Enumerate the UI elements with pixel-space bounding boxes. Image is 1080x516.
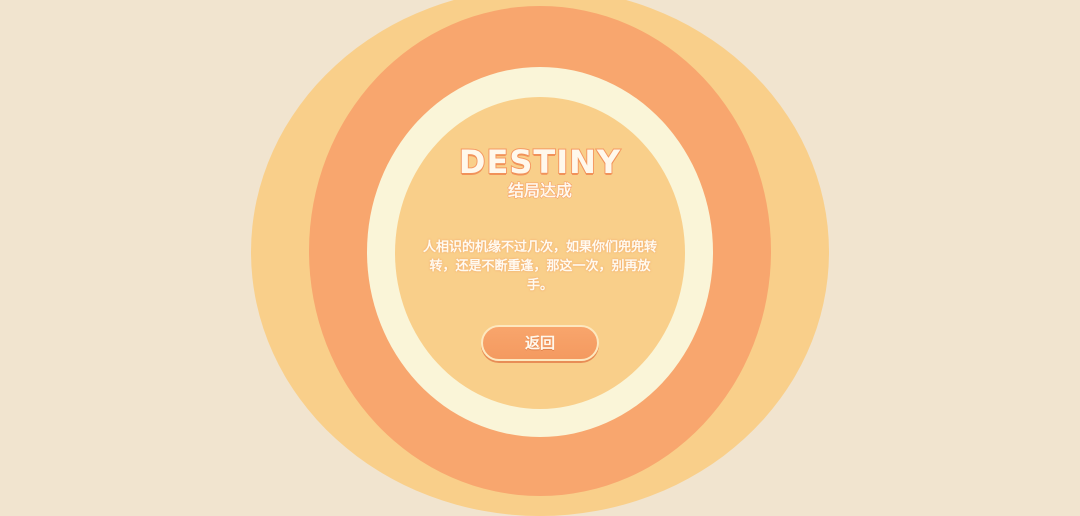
- ending-card: DESTINY 结局达成 人相识的机缘不过几次，如果你们兜兜转转，还是不断重逢，…: [400, 0, 680, 502]
- ending-subtitle: 结局达成: [507, 181, 572, 201]
- ending-message: 人相识的机缘不过几次，如果你们兜兜转转，还是不断重逢，那这一次，别再放手。: [422, 240, 657, 293]
- back-button[interactable]: 返回: [481, 325, 599, 361]
- ending-title: DESTINY: [458, 142, 622, 182]
